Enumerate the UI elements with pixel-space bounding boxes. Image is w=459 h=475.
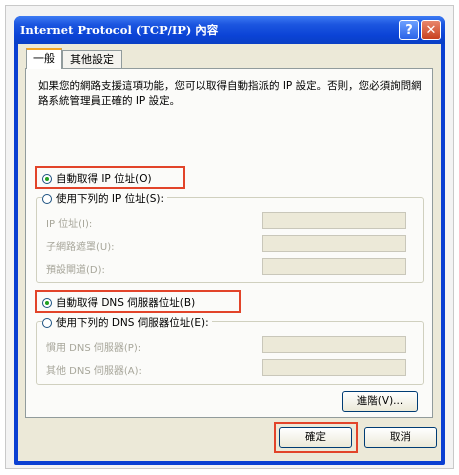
title-bar: Internet Protocol (TCP/IP) 內容 ? ✕ xyxy=(14,16,445,44)
preferred-dns-label: 慣用 DNS 伺服器(P): xyxy=(46,343,142,354)
ip-auto-label: 自動取得 IP 位址(O) xyxy=(56,173,152,185)
subnet-mask-field[interactable] xyxy=(262,235,406,252)
ip-auto-radio[interactable]: 自動取得 IP 位址(O) xyxy=(42,171,152,186)
radio-selected-icon xyxy=(42,297,52,308)
subnet-mask-label: 子網路遮罩(U): xyxy=(46,242,115,253)
ok-button[interactable]: 確定 xyxy=(279,427,352,448)
dns-manual-radio[interactable]: 使用下列的 DNS 伺服器位址(E): xyxy=(42,315,212,330)
dialog-client-area: 一般 其他設定 如果您的網路支援這項功能，您可以取得自動指派的 IP 設定。否則… xyxy=(18,44,441,461)
window-title: Internet Protocol (TCP/IP) 內容 xyxy=(20,23,219,37)
tab-alternate-configuration[interactable]: 其他設定 xyxy=(62,50,122,68)
close-button[interactable]: ✕ xyxy=(421,20,441,40)
advanced-button[interactable]: 進階(V)... xyxy=(342,391,418,412)
alternate-dns-field[interactable] xyxy=(262,359,406,376)
dns-auto-radio[interactable]: 自動取得 DNS 伺服器位址(B) xyxy=(42,295,195,310)
cancel-button[interactable]: 取消 xyxy=(364,427,437,448)
help-button[interactable]: ? xyxy=(399,20,419,40)
preferred-dns-field[interactable] xyxy=(262,336,406,353)
default-gateway-field[interactable] xyxy=(262,258,406,275)
tcpip-properties-dialog: Internet Protocol (TCP/IP) 內容 ? ✕ 一般 其他設… xyxy=(14,16,445,465)
alternate-dns-label: 其他 DNS 伺服器(A): xyxy=(46,366,142,377)
ip-manual-radio[interactable]: 使用下列的 IP 位址(S): xyxy=(42,191,167,206)
description-text: 如果您的網路支援這項功能，您可以取得自動指派的 IP 設定。否則，您必須詢問網路… xyxy=(38,80,422,107)
dns-auto-label: 自動取得 DNS 伺服器位址(B) xyxy=(56,297,196,309)
dns-manual-label: 使用下列的 DNS 伺服器位址(E): xyxy=(56,317,209,329)
general-tab-panel: 如果您的網路支援這項功能，您可以取得自動指派的 IP 設定。否則，您必須詢問網路… xyxy=(25,68,433,418)
radio-unselected-icon xyxy=(42,193,52,204)
ip-manual-label: 使用下列的 IP 位址(S): xyxy=(56,193,164,205)
radio-unselected-icon xyxy=(42,317,52,328)
ip-address-field[interactable] xyxy=(262,212,406,229)
tab-general[interactable]: 一般 xyxy=(26,48,62,69)
ip-address-label: IP 位址(I): xyxy=(46,219,93,230)
default-gateway-label: 預設閘道(D): xyxy=(46,265,105,276)
radio-selected-icon xyxy=(42,173,52,184)
